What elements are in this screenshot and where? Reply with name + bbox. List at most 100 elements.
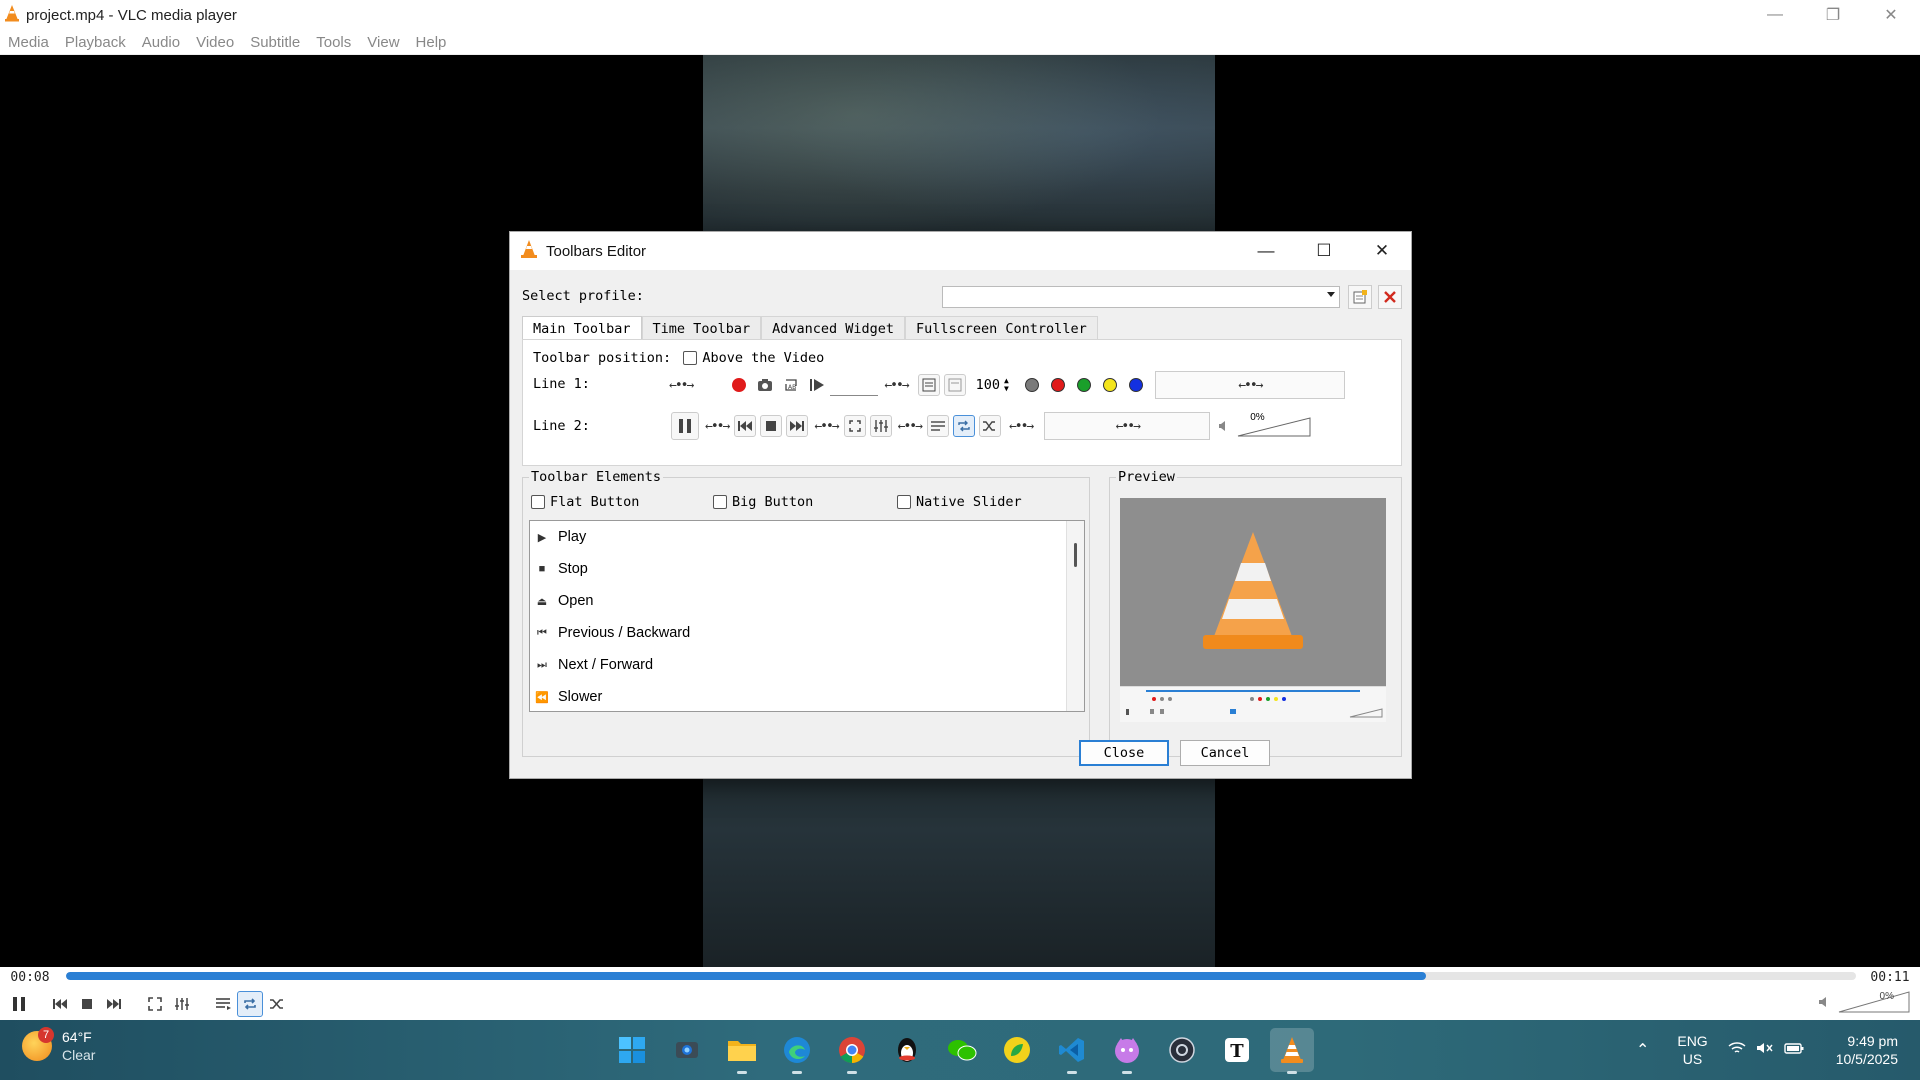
menu-playback[interactable]: Playback [57,34,134,51]
stop-icon[interactable] [760,415,783,437]
cancel-button[interactable]: Cancel [1180,740,1270,766]
loop-icon[interactable] [952,415,975,437]
taskbar-app-vscode[interactable] [1050,1028,1094,1074]
menu-view[interactable]: View [359,34,407,51]
taskbar-app-camera[interactable] [665,1028,709,1072]
menu-audio[interactable]: Audio [134,34,188,51]
close-button[interactable]: Close [1079,740,1169,766]
list-item[interactable]: ⏏ Open [530,585,1084,617]
delete-profile-button[interactable] [1378,285,1402,309]
menu-subtitle[interactable]: Subtitle [242,34,308,51]
tab-time-toolbar[interactable]: Time Toolbar [641,316,762,340]
big-button-checkbox[interactable] [713,495,727,509]
ab-loop-icon[interactable]: AB [780,374,802,396]
speaker-muted-icon[interactable] [1756,1041,1774,1059]
snapshot-icon[interactable] [754,374,776,396]
elements-scrollbar[interactable] [1066,521,1084,711]
minimize-button[interactable]: — [1746,0,1804,30]
taskbar-app-qq[interactable] [885,1028,929,1072]
previous-icon[interactable] [734,415,757,437]
big-button-option[interactable]: Big Button [713,494,813,510]
menu-video[interactable]: Video [188,34,242,51]
playlist-icon[interactable] [926,415,949,437]
playlist-button[interactable] [210,991,236,1017]
taskbar-app-cat[interactable] [1105,1028,1149,1074]
taskbar-app-green-leaf[interactable] [995,1028,1039,1072]
menu-media[interactable]: Media [0,34,57,51]
start-button[interactable] [610,1028,654,1072]
tab-advanced-widget[interactable]: Advanced Widget [761,316,906,340]
taskbar-app-wechat[interactable] [940,1028,984,1072]
clock[interactable]: 9:49 pm 10/5/2025 [1836,1032,1898,1068]
taskbar-app-obs[interactable] [1160,1028,1204,1072]
line2-volume-slider[interactable]: 0% [1236,412,1312,438]
list-item[interactable]: ▶ Play [530,521,1084,553]
native-slider-checkbox[interactable] [897,495,911,509]
list-item[interactable]: ⏭ Next / Forward [530,649,1084,681]
list-item[interactable]: ⏮ Previous / Backward [530,617,1084,649]
native-slider-option[interactable]: Native Slider [897,494,1022,510]
fullscreen-button[interactable] [142,991,168,1017]
equalizer-icon[interactable] [869,415,892,437]
dialog-minimize-button[interactable]: — [1237,232,1295,270]
next-button[interactable] [101,991,127,1017]
color-red-icon[interactable] [1047,374,1069,396]
list-item[interactable]: ■ Stop [530,553,1084,585]
line1-toolbar[interactable]: ←••→ AB ←••→ 100 ▲ ▼ ←••→ [669,370,1345,400]
tab-main-toolbar[interactable]: Main Toolbar [522,316,642,340]
extended-settings-button[interactable] [169,991,195,1017]
line2-toolbar[interactable]: ←••→ ←••→ ←••→ ←••→ ←••→ 0% [669,411,1312,441]
profile-select[interactable] [942,286,1340,308]
minimal-view-icon[interactable] [943,374,966,396]
spin-arrows-icon[interactable]: ▲ ▼ [1004,377,1009,393]
taskbar-app-file-explorer[interactable] [720,1028,764,1074]
flat-button-option[interactable]: Flat Button [531,494,639,510]
tray-overflow-chevron-icon[interactable]: ⌃ [1636,1040,1649,1060]
svg-text:T: T [1230,1041,1244,1062]
speed-spinbox[interactable]: 100 [976,377,1000,393]
next-icon[interactable] [786,415,809,437]
pause-icon[interactable] [671,412,699,440]
previous-button[interactable] [47,991,73,1017]
frame-by-frame-icon[interactable] [806,374,828,396]
color-grey-icon[interactable] [1021,374,1043,396]
volume-slider[interactable]: 0% [1838,991,1910,1013]
above-video-checkbox[interactable] [683,351,698,365]
new-profile-button[interactable] [1348,285,1372,309]
dialog-maximize-button[interactable]: ☐ [1295,232,1353,270]
playlist-view-icon[interactable] [917,374,940,396]
line1-label: Line 1: [533,376,590,392]
loop-button[interactable] [237,990,263,1017]
record-icon[interactable] [728,374,750,396]
line1-stretch-area[interactable]: ←••→ [1154,371,1345,399]
color-green-icon[interactable] [1073,374,1095,396]
line2-stretch-area[interactable]: ←••→ [1044,412,1211,440]
tab-fullscreen-controller[interactable]: Fullscreen Controller [905,316,1098,340]
taskbar-app-chrome[interactable] [830,1028,874,1074]
color-yellow-icon[interactable] [1099,374,1121,396]
seek-slider[interactable] [66,972,1856,980]
color-blue-icon[interactable] [1125,374,1147,396]
taskbar-app-typora[interactable]: T [1215,1028,1259,1072]
flat-button-checkbox[interactable] [531,495,545,509]
menu-tools[interactable]: Tools [308,34,359,51]
stop-button[interactable] [74,991,100,1017]
shuffle-icon[interactable] [978,415,1001,437]
list-item[interactable]: ⏪ Slower [530,681,1084,711]
menu-help[interactable]: Help [408,34,455,51]
taskbar-app-edge[interactable] [775,1028,819,1074]
pause-button[interactable] [6,991,32,1017]
taskbar-app-vlc[interactable] [1270,1028,1314,1074]
scrollbar-thumb[interactable] [1074,543,1077,567]
close-window-button[interactable]: ✕ [1862,0,1920,30]
weather-widget[interactable]: 7 64°F Clear [22,1027,95,1064]
fullscreen-icon[interactable] [843,415,866,437]
player-controls: 0% [0,987,1920,1020]
toolbar-elements-list[interactable]: ▶ Play ■ Stop ⏏ Open ⏮ Previous / Backward ⏭… [529,520,1085,712]
shuffle-button[interactable] [264,991,290,1017]
battery-icon[interactable] [1784,1041,1804,1059]
wifi-icon[interactable] [1728,1041,1746,1059]
dialog-close-button[interactable]: ✕ [1353,232,1411,270]
language-indicator[interactable]: ENG US [1677,1032,1707,1068]
restore-button[interactable]: ❐ [1804,0,1862,30]
